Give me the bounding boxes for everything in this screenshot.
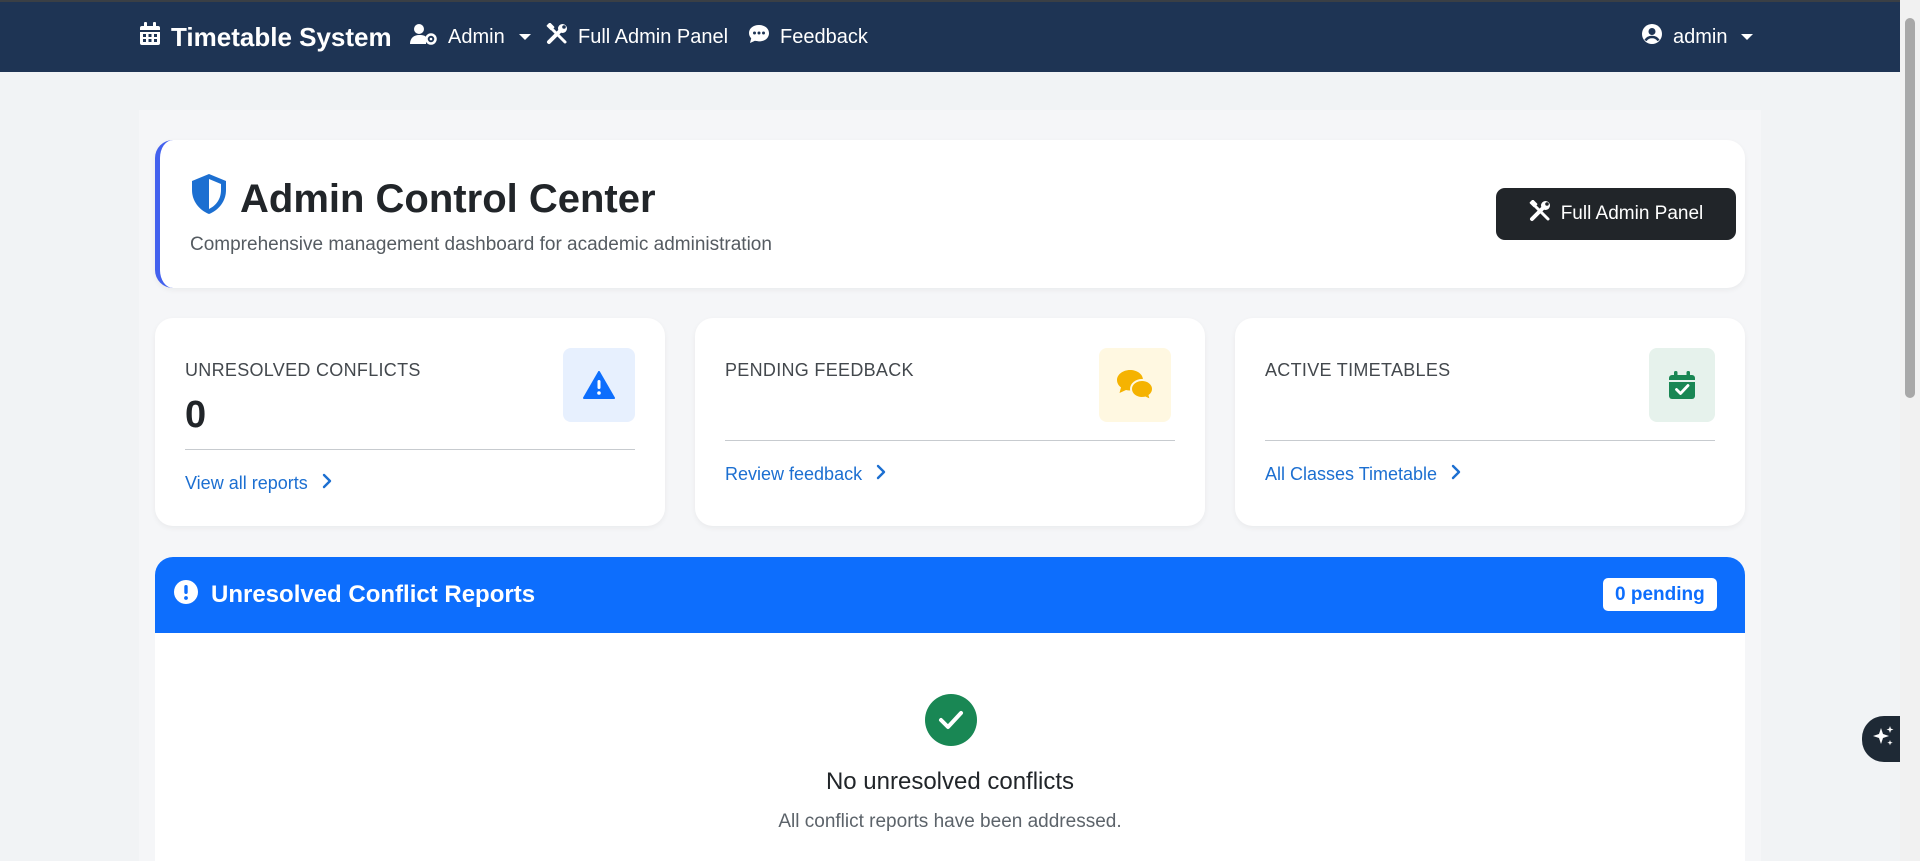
comment-dots-icon [748, 24, 770, 50]
conflict-reports-title-text: Unresolved Conflict Reports [211, 581, 536, 608]
shield-icon [190, 173, 228, 225]
stat-card-active-timetables: ACTIVE TIMETABLES All Classes Timetable [1235, 318, 1745, 526]
user-cog-icon [410, 23, 438, 51]
comments-icon [1099, 348, 1171, 422]
view-all-reports-label: View all reports [185, 473, 308, 493]
page-title: Admin Control Center [190, 173, 656, 225]
admin-header-card: Admin Control Center Comprehensive manag… [155, 140, 1745, 288]
sparkles-icon [1871, 725, 1895, 754]
stat-value: 0 [185, 394, 207, 436]
chevron-right-icon [876, 464, 886, 485]
user-dropdown[interactable]: admin [1641, 2, 1754, 72]
nav-full-admin-panel[interactable]: Full Admin Panel [546, 2, 728, 72]
review-feedback-link[interactable]: Review feedback [725, 464, 886, 485]
main-container: Admin Control Center Comprehensive manag… [139, 110, 1761, 861]
brand[interactable]: Timetable System [139, 2, 392, 72]
stat-card-pending-feedback: PENDING FEEDBACK Review feedback [695, 318, 1205, 526]
stat-divider [185, 449, 635, 450]
calendar-icon [139, 21, 161, 53]
stat-card-unresolved-conflicts: UNRESOLVED CONFLICTS 0 View all reports [155, 318, 665, 526]
tools-icon [546, 22, 568, 51]
page-scrollbar[interactable] [1900, 0, 1920, 861]
stat-label: ACTIVE TIMETABLES [1265, 360, 1451, 380]
brand-label: Timetable System [171, 21, 392, 52]
page-subtitle: Comprehensive management dashboard for a… [190, 234, 772, 255]
scrollbar-thumb[interactable] [1905, 18, 1915, 398]
empty-state-title: No unresolved conflicts [825, 768, 1075, 795]
chevron-down-icon [1741, 34, 1754, 40]
nav-feedback[interactable]: Feedback [748, 2, 868, 72]
exclamation-circle-icon [173, 579, 199, 612]
check-circle-icon [925, 694, 977, 746]
full-admin-panel-button-label: Full Admin Panel [1560, 203, 1704, 224]
full-admin-panel-button[interactable]: Full Admin Panel [1496, 188, 1736, 240]
page-title-text: Admin Control Center [240, 176, 656, 221]
all-classes-timetable-label: All Classes Timetable [1265, 464, 1438, 484]
nav-feedback-label: Feedback [780, 25, 868, 48]
stat-label: UNRESOLVED CONFLICTS [185, 360, 421, 380]
conflict-reports-header: Unresolved Conflict Reports 0 pending [155, 557, 1745, 633]
warning-triangle-icon [563, 348, 635, 422]
user-dropdown-label: admin [1673, 25, 1728, 48]
stat-label: PENDING FEEDBACK [725, 360, 914, 380]
calendar-check-icon [1649, 348, 1715, 422]
stat-divider [725, 440, 1175, 441]
view-all-reports-link[interactable]: View all reports [185, 473, 332, 494]
conflict-reports-panel: Unresolved Conflict Reports 0 pending No… [155, 557, 1745, 861]
top-navbar: Timetable System Admin Full Admin Panel … [0, 0, 1900, 72]
chevron-down-icon [518, 34, 531, 40]
empty-state-subtitle: All conflict reports have been addressed… [778, 811, 1122, 832]
tools-icon [1529, 199, 1551, 228]
pending-count-badge: 0 pending [1603, 578, 1717, 611]
user-circle-icon [1641, 23, 1663, 51]
nav-full-admin-panel-label: Full Admin Panel [578, 25, 729, 48]
all-classes-timetable-link[interactable]: All Classes Timetable [1265, 464, 1461, 485]
stat-divider [1265, 440, 1715, 441]
admin-dropdown-label: Admin [448, 25, 505, 48]
conflict-reports-title: Unresolved Conflict Reports [173, 557, 535, 633]
chevron-right-icon [1451, 464, 1461, 485]
review-feedback-label: Review feedback [725, 464, 863, 484]
chevron-right-icon [322, 473, 332, 494]
ai-assistant-button[interactable] [1862, 716, 1904, 762]
admin-dropdown[interactable]: Admin [410, 2, 531, 72]
